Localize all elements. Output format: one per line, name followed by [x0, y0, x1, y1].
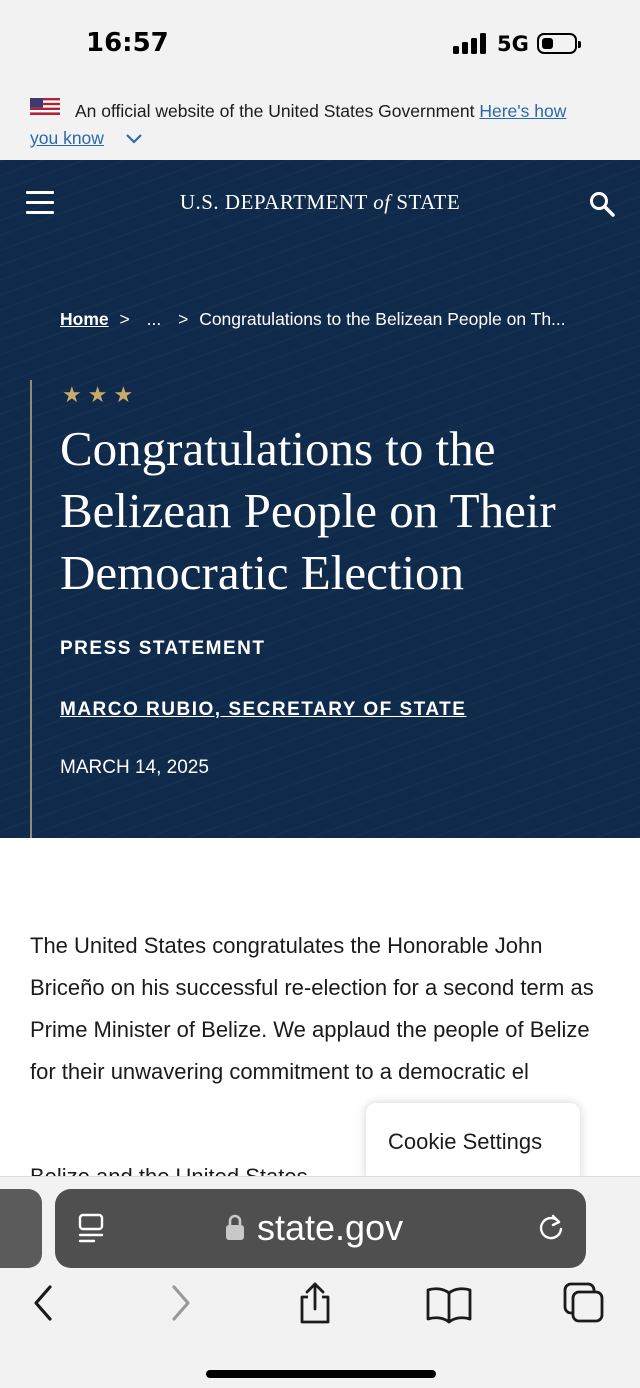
gov-banner-label: An official website of the United States… — [75, 101, 475, 121]
gov-banner-second-line: you know — [30, 125, 104, 152]
breadcrumb-home[interactable]: Home — [60, 309, 109, 329]
breadcrumb-separator: > — [178, 309, 189, 329]
article-paragraph: The United States congratulates the Hono… — [30, 933, 594, 1084]
hero-header: U.S. DEPARTMENT of STATE Home > ... > Co… — [0, 160, 640, 838]
tabs-icon[interactable] — [562, 1281, 606, 1325]
chevron-down-icon[interactable] — [125, 132, 143, 146]
breadcrumb-current: Congratulations to the Belizean People o… — [199, 309, 566, 329]
cookie-settings-label: Cookie Settings — [388, 1129, 543, 1154]
browser-chrome: state.gov — [0, 1176, 640, 1388]
status-bar: 16:57 5G — [0, 0, 640, 88]
article-body: The United States congratulates the Hono… — [30, 925, 620, 1093]
stars-icon: ★★★ — [62, 382, 140, 407]
reload-icon[interactable] — [535, 1211, 567, 1243]
forward-icon[interactable] — [166, 1281, 196, 1325]
status-time: 16:57 — [86, 28, 169, 58]
site-title-of: of — [373, 190, 391, 214]
home-indicator — [206, 1370, 436, 1378]
lock-icon — [226, 1214, 244, 1240]
previous-tab-preview[interactable] — [0, 1189, 42, 1268]
page-title: Congratulations to the Belizean People o… — [60, 421, 556, 600]
article-type: PRESS STATEMENT — [60, 638, 266, 659]
back-icon[interactable] — [28, 1281, 58, 1325]
breadcrumb: Home > ... > Congratulations to the Beli… — [60, 309, 566, 330]
site-title-prefix: U.S. DEPARTMENT — [179, 190, 368, 214]
site-title-suffix: STATE — [396, 190, 461, 214]
share-icon[interactable] — [295, 1281, 335, 1325]
heres-how-link[interactable]: Here's how — [479, 101, 566, 121]
url-text[interactable]: state.gov — [257, 1207, 403, 1249]
gov-banner: An official website of the United States… — [0, 88, 640, 160]
gov-banner-text: An official website of the United States… — [75, 98, 615, 125]
signal-icon — [453, 32, 489, 54]
cookie-settings-button[interactable]: Cookie Settings — [366, 1103, 580, 1181]
address-bar[interactable]: state.gov — [55, 1189, 586, 1268]
page-menu-icon[interactable] — [77, 1213, 107, 1247]
battery-icon — [537, 33, 581, 54]
vertical-rule — [30, 380, 32, 838]
you-know-link[interactable]: you know — [30, 128, 104, 148]
bookmarks-icon[interactable] — [425, 1281, 473, 1325]
us-flag-icon — [30, 98, 60, 115]
search-icon[interactable] — [588, 190, 616, 218]
network-type: 5G — [497, 32, 529, 56]
article-date: MARCH 14, 2025 — [60, 757, 209, 778]
site-title[interactable]: U.S. DEPARTMENT of STATE — [0, 190, 640, 215]
breadcrumb-ellipsis[interactable]: ... — [147, 309, 162, 329]
breadcrumb-separator: > — [119, 309, 130, 329]
article-author-link[interactable]: MARCO RUBIO, SECRETARY OF STATE — [60, 699, 466, 721]
